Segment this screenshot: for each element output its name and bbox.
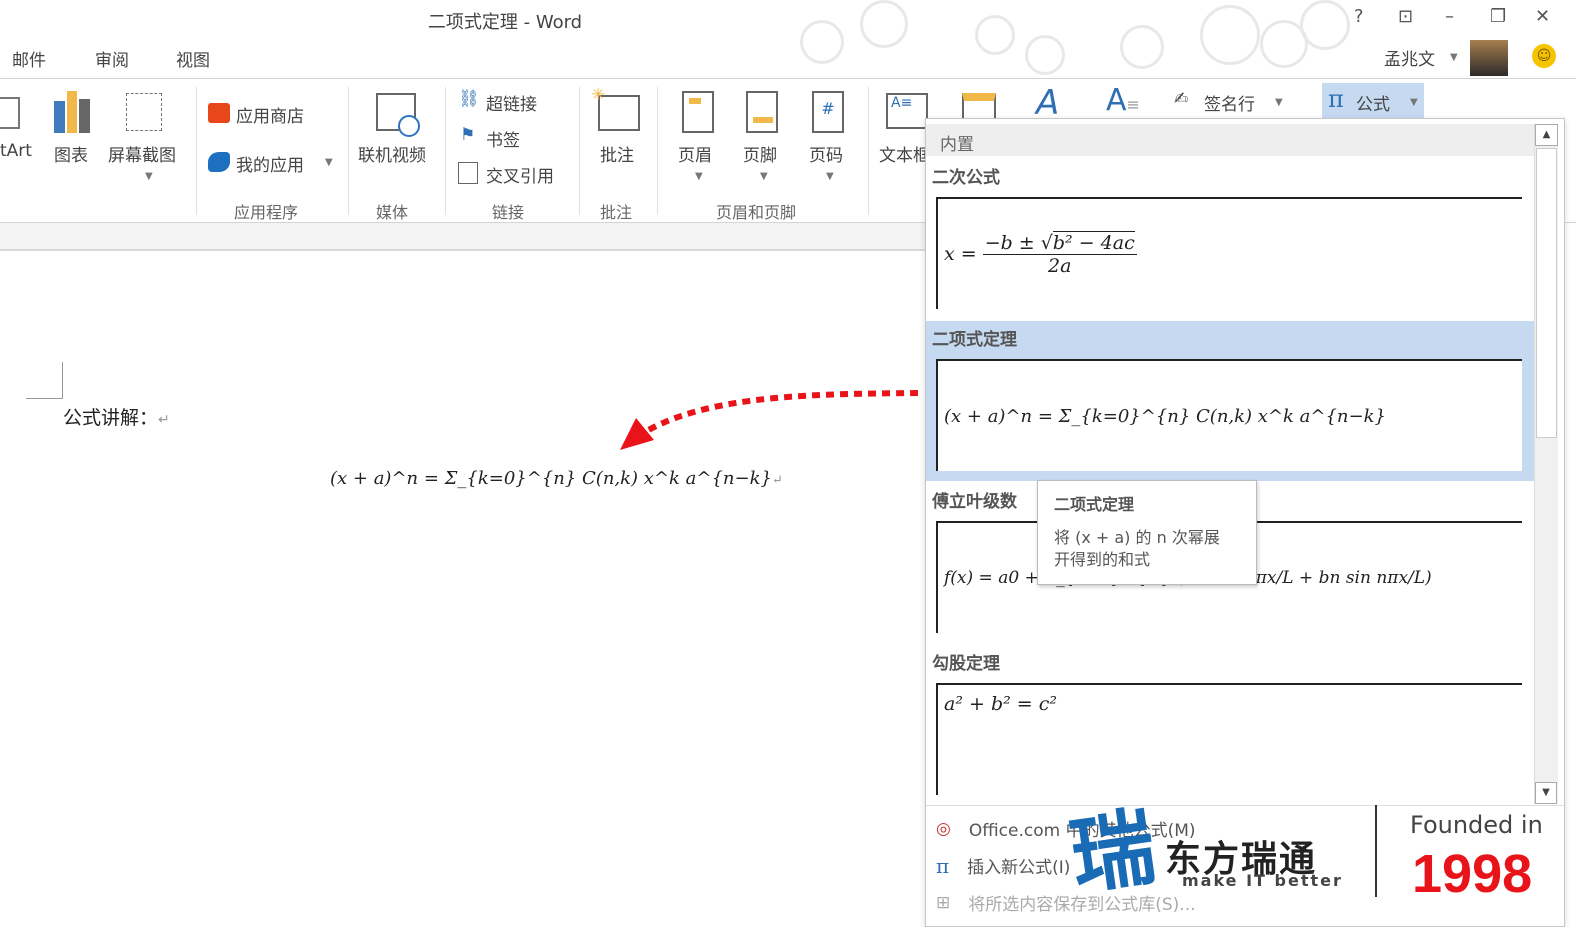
cross-reference-button[interactable]: 交叉引用 — [486, 162, 554, 187]
bookmark-button[interactable]: 书签 — [486, 126, 520, 151]
label-text: 公式讲解： — [63, 407, 159, 429]
store-icon — [208, 103, 230, 123]
equation-text: (x + a)^n = Σ_{k=0}^{n} C(n,k) x^k a^{n−… — [944, 405, 1386, 427]
chart-bar-icon — [67, 91, 77, 133]
founded-year: 1998 — [1412, 844, 1533, 904]
cross-reference-icon — [458, 162, 478, 184]
gallery-item-quadratic[interactable]: 二次公式 x = −b ± √b² − 4ac 2a — [926, 159, 1534, 319]
office-icon: ◎ — [936, 818, 951, 839]
help-button[interactable]: ? — [1354, 6, 1364, 27]
avatar[interactable] — [1470, 40, 1508, 76]
screenshot-button[interactable]: 屏幕截图 — [108, 141, 176, 166]
paragraph-mark: ↵ — [771, 473, 783, 488]
tab-mailings[interactable]: 邮件 — [12, 46, 46, 71]
brand-slogan: make IT better — [1182, 871, 1343, 890]
item-label: 二项式定理 — [932, 330, 1017, 350]
group-label: 应用程序 — [234, 203, 299, 222]
header-icon — [682, 91, 714, 133]
page-number-button[interactable]: 页码 — [809, 141, 843, 166]
chevron-down-icon: ▼ — [760, 171, 768, 182]
tab-view[interactable]: 视图 — [176, 46, 210, 71]
online-video-button[interactable]: 联机视频 — [358, 141, 426, 166]
equation-preview: x = −b ± √b² − 4ac 2a — [936, 197, 1522, 309]
paragraph-mark: ↵ — [158, 412, 170, 428]
menu-item-insert-new-equation[interactable]: π 插入新公式(I) — [936, 853, 1071, 879]
signature-icon: ✍ — [1174, 89, 1189, 109]
group-label: 页眉和页脚 — [716, 203, 797, 222]
scroll-up-button[interactable]: ▲ — [1535, 124, 1558, 146]
chevron-down-icon: ▼ — [1410, 97, 1418, 108]
my-apps-icon — [208, 152, 230, 172]
wordart-icon[interactable]: A — [1036, 83, 1059, 123]
chevron-down-icon: ▼ — [145, 171, 153, 182]
signature-line-button[interactable]: 签名行 — [1204, 90, 1255, 115]
pi-icon: π — [936, 853, 950, 878]
drop-cap-icon[interactable]: A≡ — [1106, 83, 1140, 118]
close-button[interactable]: ✕ — [1535, 6, 1550, 27]
group-label: 链接 — [492, 203, 525, 222]
document-text[interactable]: 公式讲解：↵ — [63, 403, 170, 430]
app-store-button[interactable]: 应用商店 — [236, 102, 304, 127]
user-name[interactable]: 孟兆文 — [1384, 45, 1435, 70]
annotation-arrow — [620, 390, 919, 450]
textbox-button[interactable]: 文本框 — [879, 141, 930, 166]
hyperlink-icon: ⛓ — [458, 89, 480, 109]
equation-preview: (x + a)^n = Σ_{k=0}^{n} C(n,k) x^k a^{n−… — [936, 359, 1522, 471]
ruler — [0, 223, 925, 251]
tab-review[interactable]: 审阅 — [95, 46, 129, 71]
chevron-down-icon: ▼ — [695, 171, 703, 182]
chevron-down-icon: ▼ — [826, 171, 834, 182]
bookmark-icon: ⚑ — [460, 125, 476, 145]
chart-icon — [54, 101, 65, 133]
hyperlink-button[interactable]: 超链接 — [486, 90, 537, 115]
my-apps-button[interactable]: 我的应用 — [236, 151, 304, 176]
equation-preview: a² + b² = c² — [936, 683, 1522, 795]
tooltip: 二项式定理 将 (x + a) 的 n 次幂展开得到的和式 — [1037, 480, 1257, 585]
pi-icon: π — [1328, 85, 1344, 113]
smartart-icon — [0, 97, 20, 129]
chart-bar-icon — [79, 99, 90, 133]
item-label: 勾股定理 — [932, 654, 1000, 674]
group-label: 媒体 — [376, 203, 409, 222]
scroll-thumb[interactable] — [1536, 148, 1557, 438]
smartart-button[interactable]: tArt — [0, 141, 32, 161]
comment-button[interactable]: 批注 — [600, 141, 634, 166]
minimize-button[interactable]: – — [1445, 6, 1454, 27]
founded-label: Founded in — [1410, 811, 1543, 839]
chevron-down-icon: ▼ — [1275, 97, 1283, 108]
window-title: 二项式定理 - Word — [427, 12, 583, 33]
scrollbar[interactable]: ▲ ▼ — [1534, 124, 1558, 804]
gallery-item-binomial[interactable]: 二项式定理 (x + a)^n = Σ_{k=0}^{n} C(n,k) x^k… — [926, 321, 1534, 481]
title-bar: 二项式定理 - Word 邮件 审阅 视图 ? ⊡ – ❐ ✕ 孟兆文 ▼ ☺ — [0, 0, 1576, 78]
chevron-down-icon: ▼ — [325, 157, 333, 168]
screenshot-icon — [126, 93, 162, 131]
tooltip-title: 二项式定理 — [1054, 495, 1135, 514]
gallery-header: 内置 — [940, 135, 974, 155]
item-label: 傅立叶级数 — [932, 492, 1017, 512]
save-equation-icon: ⊞ — [936, 892, 951, 913]
page-number-icon: # — [812, 91, 844, 133]
menu-label: 插入新公式(I) — [967, 858, 1071, 878]
footer-button[interactable]: 页脚 — [743, 141, 777, 166]
header-button[interactable]: 页眉 — [678, 141, 712, 166]
chevron-down-icon: ▼ — [1450, 52, 1458, 63]
gallery-item-pythagorean[interactable]: 勾股定理 a² + b² = c² — [926, 645, 1534, 805]
tooltip-description: 将 (x + a) 的 n 次幂展开得到的和式 — [1054, 528, 1220, 570]
equation-label: 公式 — [1356, 95, 1390, 115]
ribbon-display-button[interactable]: ⊡ — [1398, 6, 1413, 27]
equation-button[interactable]: π 公式 ▼ — [1322, 83, 1424, 119]
document-equation[interactable]: (x + a)^n = Σ_{k=0}^{n} C(n,k) x^k a^{n−… — [330, 468, 783, 489]
footer-icon — [746, 91, 778, 133]
star-icon: ✳ — [591, 85, 606, 105]
textbox-icon: A≡ — [886, 93, 928, 129]
group-label: 批注 — [600, 203, 633, 222]
equation-text: (x + a)^n = Σ_{k=0}^{n} C(n,k) x^k a^{n−… — [330, 468, 772, 489]
smiley-icon[interactable]: ☺ — [1532, 44, 1556, 68]
chart-button[interactable]: 图表 — [54, 141, 88, 166]
globe-icon — [398, 115, 420, 137]
watermark-logo: 瑞 东方瑞通 make IT better Founded in 1998 — [1064, 797, 1543, 907]
item-label: 二次公式 — [932, 168, 1000, 188]
margin-mark — [26, 362, 63, 399]
restore-button[interactable]: ❐ — [1490, 6, 1506, 27]
